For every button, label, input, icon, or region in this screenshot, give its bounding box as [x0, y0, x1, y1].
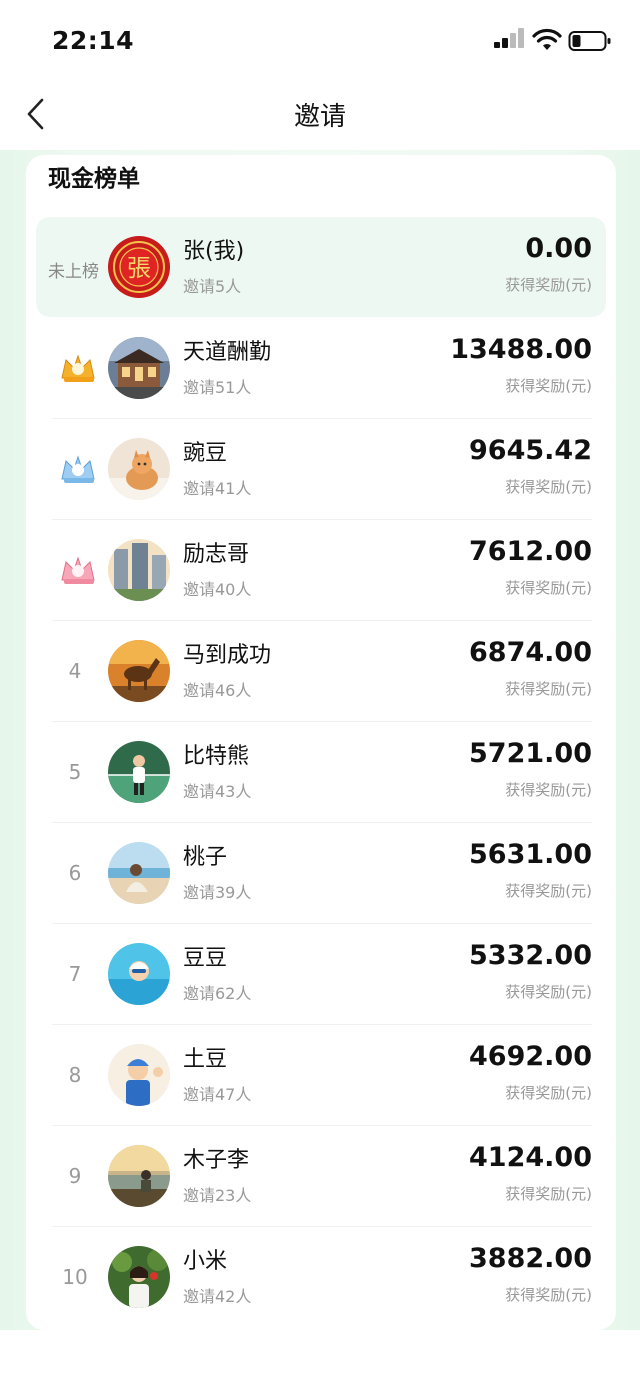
leaderboard-row: 8 土豆 邀请47人 4692.00 获得奖励(元): [52, 1025, 592, 1126]
rank-number: 4: [68, 659, 82, 683]
reward-label: 获得奖励(元): [505, 1084, 592, 1102]
rank-number: 10: [62, 1265, 88, 1289]
invite-count: 邀请23人: [183, 1186, 252, 1205]
avatar: [108, 1246, 170, 1308]
signal-icon: [494, 28, 524, 54]
reward-label: 获得奖励(元): [505, 579, 592, 597]
leaderboard-row: 5 比特熊 邀请43人 5721.00 获得奖励(元): [52, 722, 592, 823]
status-bar: 22:14: [0, 0, 640, 80]
user-name: 桃子: [183, 845, 228, 870]
avatar: [108, 943, 170, 1005]
leaderboard-row: 天道酬勤 邀请51人 13488.00 获得奖励(元): [52, 318, 592, 419]
invite-count: 邀请62人: [183, 984, 252, 1003]
invite-count: 邀请5人: [183, 277, 242, 296]
reward-label: 获得奖励(元): [505, 781, 592, 799]
reward-amount: 5721.00: [469, 738, 592, 769]
reward-amount: 13488.00: [450, 334, 592, 365]
invite-count: 邀请46人: [183, 681, 252, 700]
avatar: [108, 337, 170, 399]
rank-number: 8: [68, 1063, 82, 1087]
avatar: 張: [108, 236, 170, 298]
leaderboard-row: 9 木子李 邀请23人 4124.00 获得奖励(元): [52, 1126, 592, 1227]
reward-amount: 9645.42: [469, 435, 592, 466]
bronze-crown-icon: [61, 556, 95, 584]
rank-number: 5: [68, 760, 82, 784]
silver-crown-icon: [61, 455, 95, 483]
invite-count: 邀请43人: [183, 782, 252, 801]
avatar: [108, 438, 170, 500]
user-name: 励志哥: [183, 542, 250, 567]
avatar-char: 張: [127, 254, 151, 282]
reward-amount: 7612.00: [469, 536, 592, 567]
rank-number: 9: [68, 1164, 82, 1188]
invite-count: 邀请42人: [183, 1287, 252, 1306]
rank-number: 7: [68, 962, 82, 986]
wifi-icon: [532, 28, 562, 50]
rank-number: 6: [68, 861, 82, 885]
invite-count: 邀请51人: [183, 378, 252, 397]
reward-label: 获得奖励(元): [505, 1286, 592, 1304]
user-name: 比特熊: [183, 744, 250, 769]
leaderboard-row: 10 小米 邀请42人 3882.00 获得奖励(元): [52, 1227, 592, 1327]
avatar: [108, 1044, 170, 1106]
user-name: 豌豆: [183, 441, 228, 466]
user-name: 马到成功: [183, 643, 272, 668]
reward-label: 获得奖励(元): [505, 478, 592, 496]
reward-amount: 6874.00: [469, 637, 592, 668]
reward-label: 获得奖励(元): [505, 1185, 592, 1203]
avatar: [108, 741, 170, 803]
self-rank-label: 未上榜: [48, 262, 99, 282]
status-time: 22:14: [52, 26, 135, 55]
invite-count: 邀请39人: [183, 883, 252, 902]
avatar: [108, 640, 170, 702]
leaderboard-card: 现金榜单 未上榜 張 张(我) 邀请5人 0.00 获得奖励(元) 天道酬勤 邀…: [26, 155, 616, 1330]
avatar: [108, 539, 170, 601]
reward-amount: 4692.00: [469, 1041, 592, 1072]
avatar: [108, 1145, 170, 1207]
reward-amount: 4124.00: [469, 1142, 592, 1173]
user-name: 小米: [183, 1249, 228, 1274]
leaderboard-row: 6 桃子 邀请39人 5631.00 获得奖励(元): [52, 823, 592, 924]
reward-label: 获得奖励(元): [505, 276, 592, 294]
reward-label: 获得奖励(元): [505, 983, 592, 1001]
user-name: 豆豆: [183, 946, 228, 971]
reward-amount: 5332.00: [469, 940, 592, 971]
page-title: 邀请: [293, 102, 346, 132]
reward-label: 获得奖励(元): [505, 680, 592, 698]
leaderboard-row: 4 马到成功 邀请46人 6874.00 获得奖励(元): [52, 621, 592, 722]
leaderboard-row: 7 豆豆 邀请62人 5332.00 获得奖励(元): [52, 924, 592, 1025]
invite-count: 邀请41人: [183, 479, 252, 498]
card-title: 现金榜单: [48, 166, 140, 192]
reward-label: 获得奖励(元): [505, 882, 592, 900]
gold-crown-icon: [61, 354, 95, 382]
reward-label: 获得奖励(元): [505, 377, 592, 395]
invite-count: 邀请47人: [183, 1085, 252, 1104]
bottom-area: [0, 1330, 640, 1386]
user-name: 木子李: [183, 1148, 250, 1173]
battery-icon: [568, 31, 611, 51]
user-name: 张(我): [183, 239, 245, 264]
nav-bar: 邀请: [0, 80, 640, 150]
user-name: 天道酬勤: [183, 340, 272, 365]
reward-amount: 3882.00: [469, 1243, 592, 1274]
avatar: [108, 842, 170, 904]
reward-amount: 5631.00: [469, 839, 592, 870]
reward-amount: 0.00: [525, 233, 592, 264]
self-rank-row: 未上榜 張 张(我) 邀请5人 0.00 获得奖励(元): [36, 217, 606, 317]
leaderboard-row: 豌豆 邀请41人 9645.42 获得奖励(元): [52, 419, 592, 520]
invite-count: 邀请40人: [183, 580, 252, 599]
user-name: 土豆: [183, 1047, 228, 1072]
leaderboard-row: 励志哥 邀请40人 7612.00 获得奖励(元): [52, 520, 592, 621]
